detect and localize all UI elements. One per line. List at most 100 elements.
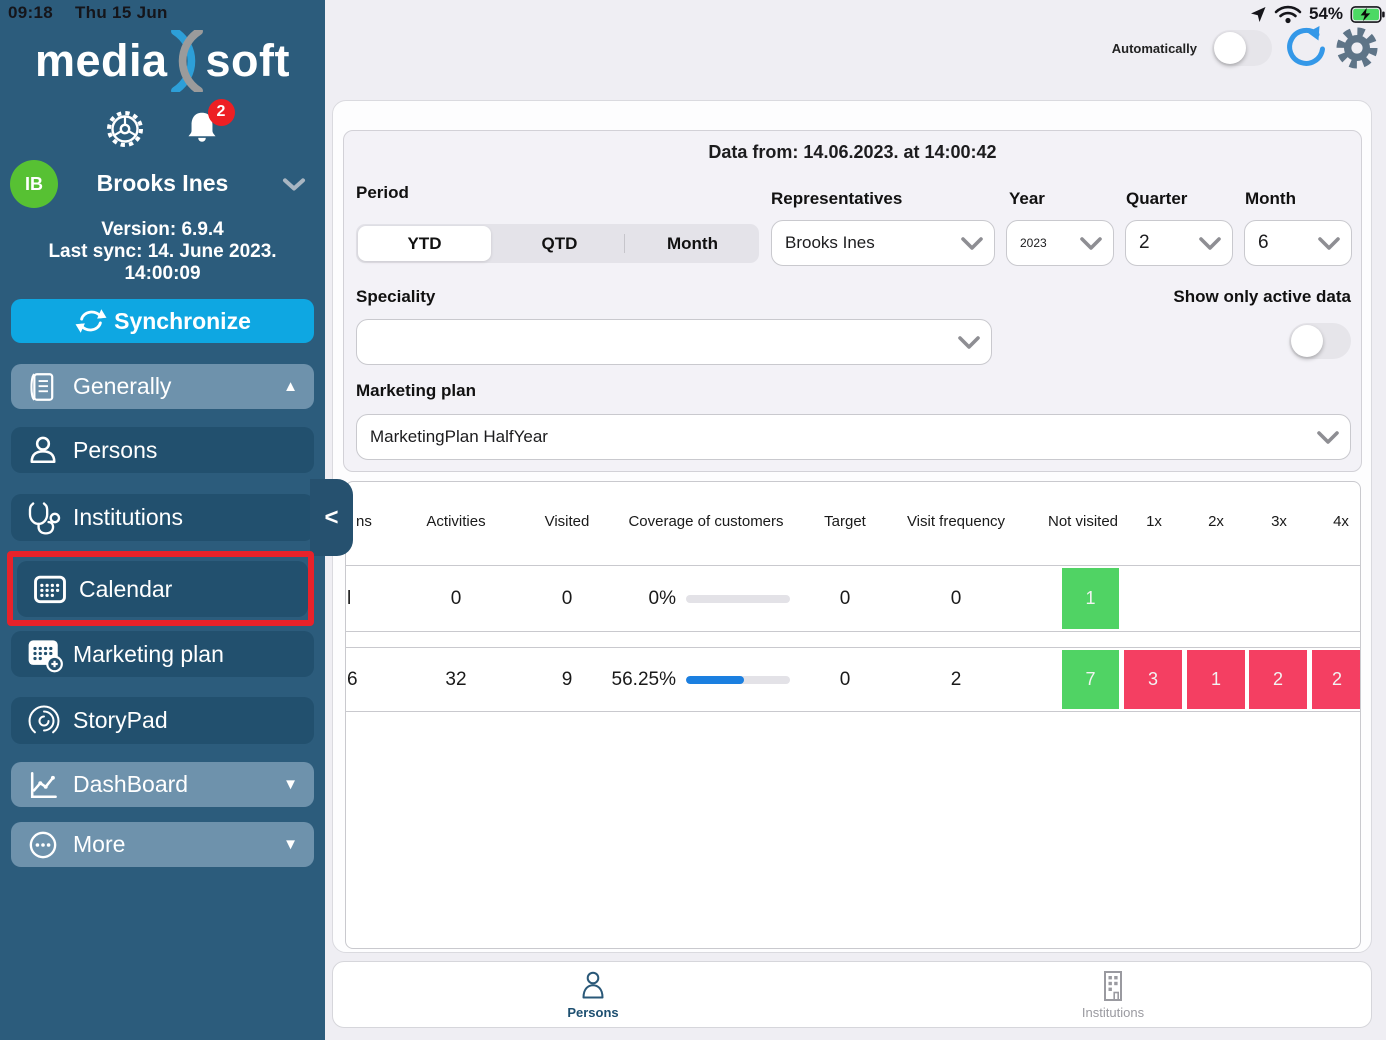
marketing-plan-dropdown[interactable]: MarketingPlan HalfYear <box>356 414 1351 460</box>
column-header-1x: 1x <box>1134 508 1174 536</box>
visit-3x-cell: 2 <box>1249 650 1307 709</box>
sidebar-item-more[interactable]: More ▼ <box>11 822 314 867</box>
column-header-visited: Visited <box>507 508 627 536</box>
quarter-label: Quarter <box>1126 189 1187 209</box>
person-icon <box>25 431 73 469</box>
toggle-knob <box>1291 325 1323 357</box>
status-time-date: 09:18 Thu 15 Jun <box>8 3 168 23</box>
stethoscope-icon <box>25 498 73 538</box>
synchronize-label: Synchronize <box>114 308 251 335</box>
calendar-plus-icon <box>25 634 73 674</box>
notification-badge: 2 <box>208 99 235 126</box>
column-header-target: Target <box>785 508 905 536</box>
month-dropdown[interactable]: 6 <box>1244 220 1352 266</box>
sidebar-item-label: Generally <box>73 373 171 400</box>
chevron-down-icon[interactable] <box>281 175 307 193</box>
location-icon <box>1250 6 1267 23</box>
synchronize-button[interactable]: Synchronize <box>11 299 314 343</box>
logo-x-icon <box>165 30 209 92</box>
settings-gear-icon[interactable] <box>1334 24 1380 72</box>
period-month-segment[interactable]: Month <box>626 224 759 263</box>
logo-text-right: soft <box>206 35 291 87</box>
tab-institutions[interactable]: Institutions <box>1043 962 1183 1027</box>
period-qtd-segment[interactable]: QTD <box>493 224 626 263</box>
row-name: 6 <box>347 648 375 711</box>
marketing-plan-value: MarketingPlan HalfYear <box>370 427 548 447</box>
main-panel: Data from: 14.06.2023. at 14:00:42 Perio… <box>332 100 1372 953</box>
row-activities: 0 <box>396 566 516 631</box>
period-segmented-control: YTD QTD Month <box>356 224 759 263</box>
chevron-down-icon <box>1317 431 1339 445</box>
battery-percent: 54% <box>1309 4 1343 24</box>
month-label: Month <box>1245 189 1296 209</box>
sidebar-item-label: Institutions <box>73 504 183 531</box>
period-ytd-segment[interactable]: YTD <box>358 226 491 261</box>
row-coverage: 0% <box>586 566 676 631</box>
column-header-4x: 4x <box>1321 508 1361 536</box>
sidebar-item-calendar[interactable]: Calendar <box>17 561 308 617</box>
speciality-dropdown[interactable] <box>356 319 992 365</box>
column-header-not-visited: Not visited <box>1023 508 1143 536</box>
column-header-visit-frequency: Visit frequency <box>896 508 1016 536</box>
representatives-label: Representatives <box>771 189 902 209</box>
wifi-icon <box>1274 4 1302 24</box>
sidebar-item-institutions[interactable]: Institutions <box>11 494 314 541</box>
sync-icon <box>74 306 108 336</box>
quarter-dropdown[interactable]: 2 <box>1125 220 1233 266</box>
calendar-icon <box>31 570 79 608</box>
sidebar-item-persons[interactable]: Persons <box>11 427 314 473</box>
data-from-label: Data from: 14.06.2023. at 14:00:42 <box>344 142 1361 163</box>
row-visit-frequency: 0 <box>896 566 1016 631</box>
person-icon <box>579 970 607 1002</box>
coverage-progress-fill <box>686 676 744 684</box>
last-sync-line: Last sync: 14. June 2023. <box>0 241 325 263</box>
journal-icon <box>25 368 73 406</box>
sidebar-item-label: Calendar <box>79 576 172 603</box>
chevron-down-icon <box>1318 237 1340 251</box>
automatically-toggle[interactable] <box>1212 30 1272 66</box>
toggle-knob <box>1214 32 1246 64</box>
column-header-coverage: Coverage of customers <box>616 508 796 536</box>
automatically-label: Automatically <box>1040 41 1197 56</box>
sidebar-item-marketing-plan[interactable]: Marketing plan <box>11 631 314 677</box>
gear-icon[interactable] <box>105 109 145 149</box>
column-header-3x: 3x <box>1259 508 1299 536</box>
coverage-progress-bar <box>686 595 790 603</box>
sidebar-item-label: DashBoard <box>73 771 188 798</box>
tab-persons[interactable]: Persons <box>523 962 663 1027</box>
table-row[interactable]: l 0 0 0% 0 0 1 <box>346 565 1360 632</box>
sidebar-item-dashboard[interactable]: DashBoard ▼ <box>11 762 314 807</box>
show-active-label: Show only active data <box>1051 287 1351 307</box>
not-visited-cell: 7 <box>1062 650 1119 709</box>
building-icon <box>1100 970 1126 1002</box>
collapse-chevron: < <box>324 504 338 532</box>
status-time: 09:18 <box>8 3 53 22</box>
table-row[interactable]: 6 32 9 56.25% 0 2 7 3 1 2 2 <box>346 647 1360 712</box>
marketing-plan-label: Marketing plan <box>356 381 476 401</box>
column-header-2x: 2x <box>1196 508 1236 536</box>
sidebar-item-storypad[interactable]: StoryPad <box>11 697 314 744</box>
coverage-progress-bar <box>686 676 790 684</box>
representatives-dropdown[interactable]: Brooks Ines <box>771 220 995 266</box>
sidebar-item-label: Marketing plan <box>73 641 224 668</box>
version-info: Version: 6.9.4 Last sync: 14. June 2023.… <box>0 219 325 285</box>
filter-panel: Data from: 14.06.2023. at 14:00:42 Perio… <box>343 130 1362 472</box>
sidebar-item-label: StoryPad <box>73 707 168 734</box>
show-active-toggle[interactable] <box>1289 323 1351 359</box>
fingerprint-icon <box>25 702 73 740</box>
year-value: 2023 <box>1020 236 1047 250</box>
year-dropdown[interactable]: 2023 <box>1006 220 1114 266</box>
sidebar-collapse-handle[interactable]: < <box>310 479 353 556</box>
refresh-icon[interactable] <box>1283 24 1329 72</box>
bottom-tab-bar: Persons Institutions <box>332 961 1372 1028</box>
chevron-up-icon: ▲ <box>283 378 298 395</box>
results-table: ns Activities Visited Coverage of custom… <box>345 481 1361 949</box>
status-icons: 54% <box>1250 4 1386 24</box>
visit-4x-cell: 2 <box>1312 650 1361 709</box>
row-activities: 32 <box>396 648 516 711</box>
logo-text-left: media <box>35 35 168 87</box>
version-line: Version: 6.9.4 <box>0 219 325 241</box>
sidebar-item-generally[interactable]: Generally ▲ <box>11 364 314 409</box>
month-value: 6 <box>1258 232 1269 254</box>
status-date: Thu 15 Jun <box>75 3 168 22</box>
